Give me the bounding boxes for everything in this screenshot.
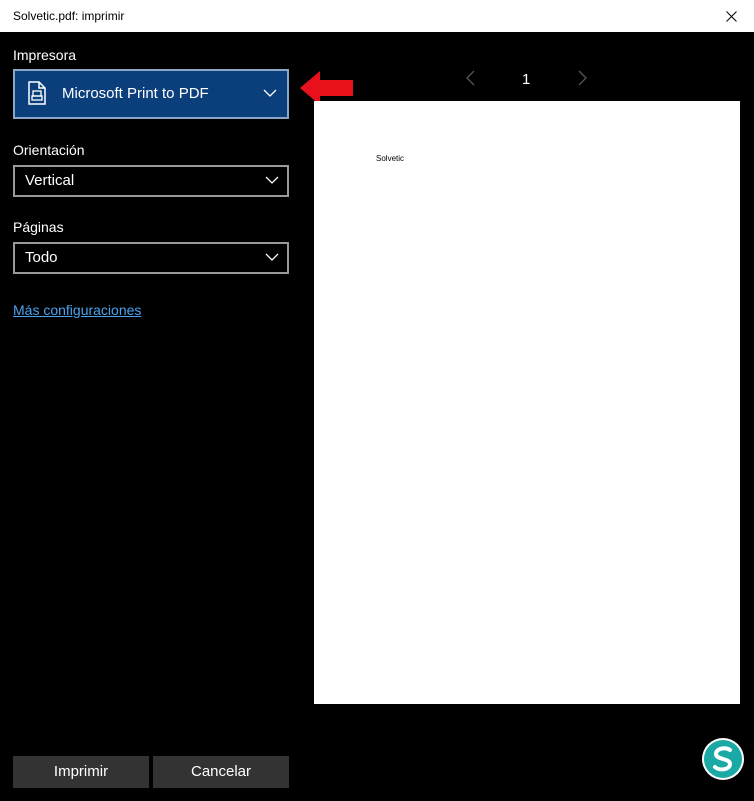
page-navigator: 1 [460,68,600,90]
printer-select[interactable]: Microsoft Print to PDF [13,69,289,119]
printer-value: Microsoft Print to PDF [62,85,209,102]
pages-value: Todo [25,249,58,266]
orientation-select[interactable]: Vertical [13,165,289,197]
solvetic-logo-icon [702,738,744,780]
close-icon [726,11,737,22]
orientation-value: Vertical [25,172,75,189]
print-preview-page: Solvetic [314,101,740,704]
chevron-down-icon [263,89,277,97]
more-settings-link[interactable]: Más configuraciones [13,302,141,318]
pages-label: Páginas [13,219,64,235]
chevron-left-icon[interactable] [465,70,475,86]
print-dialog: Impresora Microsoft Print to PDF Orienta… [0,32,754,801]
printer-label: Impresora [13,47,77,63]
print-button[interactable]: Imprimir [13,756,149,788]
printer-document-icon [28,81,46,105]
chevron-down-icon [265,253,279,261]
preview-text: Solvetic [376,154,405,163]
close-button[interactable] [708,0,754,32]
chevron-down-icon [265,176,279,184]
chevron-right-icon[interactable] [578,70,588,86]
page-number: 1 [522,71,531,88]
title-bar: Solvetic.pdf: imprimir [0,0,754,32]
pages-select[interactable]: Todo [13,242,289,274]
window-title: Solvetic.pdf: imprimir [13,9,125,23]
orientation-label: Orientación [13,142,85,158]
cancel-button[interactable]: Cancelar [153,756,289,788]
